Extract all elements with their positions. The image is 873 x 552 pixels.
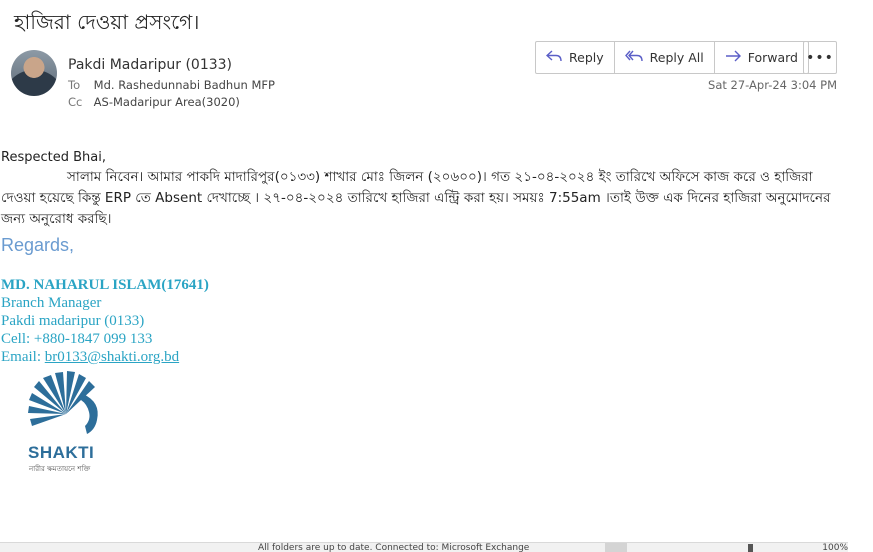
reply-all-icon xyxy=(624,50,643,66)
forward-label: Forward xyxy=(747,50,798,65)
message-body: Respected Bhai, সালাম নিবেন। আমার পাকদি … xyxy=(1,150,831,256)
reply-all-button[interactable]: Reply All xyxy=(615,42,715,73)
more-actions-button[interactable]: ••• xyxy=(803,41,837,74)
signature-cell: Cell: +880-1847 099 133 xyxy=(1,331,153,347)
regards: Regards, xyxy=(1,235,75,255)
reply-button[interactable]: Reply xyxy=(536,42,615,73)
forward-icon xyxy=(725,50,741,66)
reply-all-label: Reply All xyxy=(649,50,704,65)
cc-row: Cc AS-Madaripur Area(3020) xyxy=(68,95,240,109)
cc-label: Cc xyxy=(68,95,83,109)
signature-email-link[interactable]: br0133@shakti.org.bd xyxy=(45,349,179,365)
signature-name: MD. NAHARUL ISLAM(17641) xyxy=(1,277,209,293)
forward-button[interactable]: Forward xyxy=(715,42,808,73)
sender-name[interactable]: Pakdi Madaripur (0133) xyxy=(68,57,232,73)
to-row: To Md. Rashedunnabi Badhun MFP xyxy=(68,78,275,92)
body-paragraph: সালাম নিবেন। আমার পাকদি মাদারিপুর(০১৩৩) … xyxy=(1,169,831,227)
cc-recipient[interactable]: AS-Madaripur Area(3020) xyxy=(94,95,240,109)
message-actions: Reply Reply All Forward xyxy=(535,41,809,74)
sender-avatar[interactable] xyxy=(11,50,57,96)
signature-email-label: Email: xyxy=(1,349,45,365)
logo-tagline: নারীর ক্ষমতায়নে শক্তি xyxy=(29,465,91,473)
signature-email-row: Email: br0133@shakti.org.bd xyxy=(1,348,209,366)
received-datetime: Sat 27-Apr-24 3:04 PM xyxy=(708,78,837,92)
reply-label: Reply xyxy=(569,50,604,65)
email-subject: হাজিরা দেওয়া প্রসংগে। xyxy=(14,10,200,34)
signature: MD. NAHARUL ISLAM(17641) Branch Manager … xyxy=(1,277,209,366)
logo-text: SHAKTI xyxy=(28,443,95,462)
reply-icon xyxy=(545,49,562,66)
signature-branch: Pakdi madaripur (0133) xyxy=(1,313,145,329)
to-label: To xyxy=(68,78,81,92)
signature-title: Branch Manager xyxy=(1,295,102,311)
to-recipient[interactable]: Md. Rashedunnabi Badhun MFP xyxy=(94,78,275,92)
greeting: Respected Bhai, xyxy=(1,150,106,165)
